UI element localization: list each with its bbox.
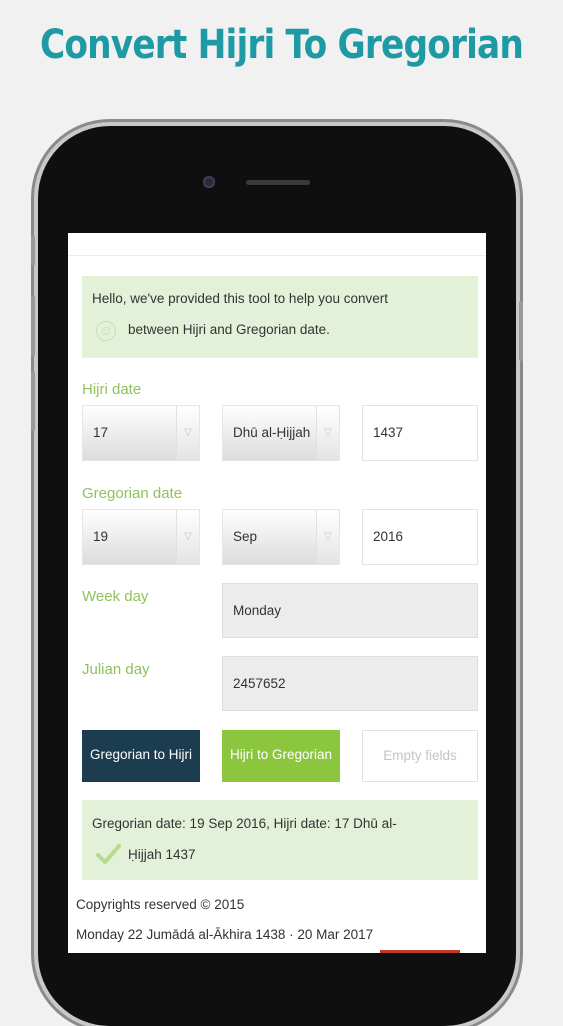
julian-day-value: 2457652 [233, 676, 286, 691]
camera-icon [203, 176, 215, 188]
hijri-day-value: 17 [93, 425, 109, 440]
top-divider [68, 255, 486, 256]
week-day-field: Monday [222, 583, 478, 638]
gregorian-month-select[interactable]: Sep ▽ [222, 509, 340, 565]
hijri-month-value: Dhū al-Ḥijjah [233, 425, 311, 440]
power-button [519, 301, 523, 361]
julian-day-label: Julian day [82, 661, 150, 678]
chevron-down-icon: ▽ [316, 510, 339, 564]
intro-line-1: Hello, we've provided this tool to help … [92, 291, 388, 306]
smile-icon: ☺ [96, 321, 116, 341]
gregorian-day-value: 19 [93, 529, 109, 544]
gregorian-date-label: Gregorian date [82, 485, 183, 502]
mute-switch [31, 236, 35, 266]
empty-fields-button[interactable]: Empty fields [362, 730, 478, 782]
gregorian-day-select[interactable]: 19 ▽ [82, 509, 200, 565]
check-icon [96, 844, 121, 864]
chevron-down-icon: ▽ [316, 406, 339, 460]
result-box: Gregorian date: 19 Sep 2016, Hijri date:… [82, 800, 478, 880]
phone-frame: Hello, we've provided this tool to help … [31, 126, 523, 1026]
headline-title: Convert Hijri To Gregorian [39, 22, 524, 68]
result-line-2: Ḥijjah 1437 [128, 847, 196, 862]
week-day-label: Week day [82, 588, 149, 605]
app-screen: Hello, we've provided this tool to help … [68, 233, 486, 953]
volume-up-button [31, 296, 35, 356]
hijri-date-label: Hijri date [82, 381, 142, 398]
copyright-text: Copyrights reserved © 2015 [76, 897, 245, 912]
gregorian-month-value: Sep [233, 529, 258, 544]
hijri-to-gregorian-button[interactable]: Hijri to Gregorian [222, 730, 340, 782]
hijri-year-value: 1437 [373, 425, 404, 440]
speaker-grille [246, 180, 310, 185]
gregorian-year-input[interactable]: 2016 [362, 509, 478, 565]
gregorian-to-hijri-button[interactable]: Gregorian to Hijri [82, 730, 200, 782]
intro-notice: Hello, we've provided this tool to help … [82, 276, 478, 358]
week-day-value: Monday [233, 603, 282, 618]
hijri-day-select[interactable]: 17 ▽ [82, 405, 200, 461]
gregorian-year-value: 2016 [373, 529, 404, 544]
hijri-month-select[interactable]: Dhū al-Ḥijjah ▽ [222, 405, 340, 461]
hijri-year-input[interactable]: 1437 [362, 405, 478, 461]
julian-day-field: 2457652 [222, 656, 478, 711]
current-date-text: Monday 22 Jumādá al-Ākhira 1438 · 20 Mar… [76, 927, 374, 942]
result-line-1: Gregorian date: 19 Sep 2016, Hijri date:… [92, 816, 397, 831]
chevron-down-icon: ▽ [176, 510, 199, 564]
bottom-accent-bar [380, 950, 460, 953]
intro-line-2: between Hijri and Gregorian date. [128, 322, 330, 337]
chevron-down-icon: ▽ [176, 406, 199, 460]
volume-down-button [31, 371, 35, 431]
